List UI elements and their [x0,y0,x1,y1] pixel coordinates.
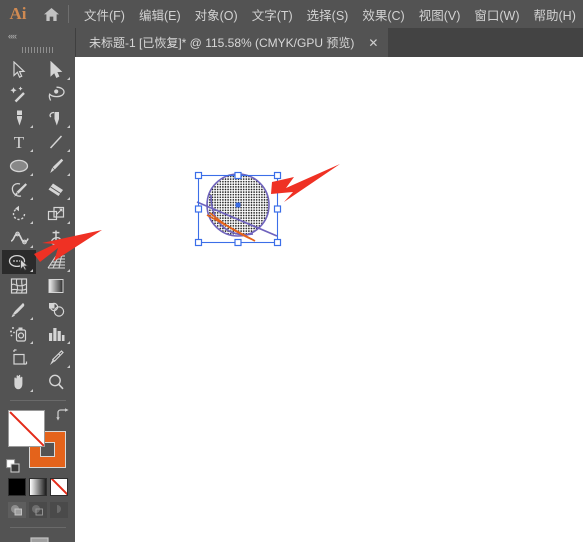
flyout-indicator [67,221,70,224]
illustrator-window: Ai 文件(F) 编辑(E) 对象(O) 文字(T) 选择(S) 效果(C) 视… [0,0,583,542]
tool-width[interactable] [2,226,36,250]
tool-free-transform[interactable] [39,226,73,250]
swap-fill-stroke-icon[interactable] [55,408,70,421]
flyout-indicator [30,173,33,176]
tools-panel: «« T [0,28,76,542]
draw-normal-button[interactable] [7,502,26,518]
tool-rotate[interactable] [2,202,36,226]
menu-window[interactable]: 窗口(W) [467,2,526,27]
svg-text:T: T [14,133,25,151]
flyout-indicator [30,197,33,200]
flyout-indicator [30,269,33,272]
tool-mesh[interactable] [2,274,36,298]
flyout-indicator [67,365,70,368]
flyout-indicator [30,341,33,344]
tool-gradient[interactable] [39,274,73,298]
tool-hand[interactable] [2,370,36,394]
menu-effect[interactable]: 效果(C) [355,2,411,27]
color-mode-row [7,478,68,496]
screen-mode-button[interactable] [21,536,55,542]
tool-type[interactable]: T [2,130,36,154]
tool-direct-selection[interactable] [39,58,73,82]
flyout-indicator [67,197,70,200]
tool-magic-wand[interactable] [2,82,36,106]
flyout-indicator [67,149,70,152]
document-tab[interactable]: 未标题-1 [已恢复]* @ 115.58% (CMYK/GPU 预览) ✕ [75,28,389,57]
flyout-indicator [67,269,70,272]
tool-slice[interactable] [39,346,73,370]
panel-drag-handle[interactable] [0,43,75,56]
flyout-indicator [30,221,33,224]
tool-paintbrush[interactable] [39,154,73,178]
tool-eyedropper[interactable] [2,298,36,322]
app-logo: Ai [9,4,27,23]
tool-curvature[interactable] [39,106,73,130]
flyout-indicator [67,173,70,176]
menu-type[interactable]: 文字(T) [245,2,300,27]
none-mode-button[interactable] [49,478,68,496]
draw-mode-row [7,502,68,518]
tool-shaper[interactable] [2,178,36,202]
menu-view[interactable]: 视图(V) [412,2,468,27]
tool-eraser[interactable] [39,178,73,202]
document-tab-bar: 未标题-1 [已恢复]* @ 115.58% (CMYK/GPU 预览) ✕ [75,28,583,58]
flyout-indicator [67,77,70,80]
flyout-indicator [30,317,33,320]
flyout-indicator [67,125,70,128]
tool-shape-builder[interactable] [2,250,36,274]
close-icon[interactable]: ✕ [368,37,378,49]
document-tab-title: 未标题-1 [已恢复]* @ 115.58% (CMYK/GPU 预览) [89,36,355,50]
collapse-panel-button[interactable]: «« [0,28,75,43]
menu-help[interactable]: 帮助(H) [527,2,583,27]
tool-pen[interactable] [2,106,36,130]
tool-column-graph[interactable] [39,322,73,346]
tool-artboard[interactable] [2,346,36,370]
menu-file[interactable]: 文件(F) [77,2,132,27]
fill-stroke-controls [5,408,70,474]
color-mode-button[interactable] [7,478,26,496]
toolbar-divider-2 [9,527,66,528]
no-fill-slash-icon [8,411,44,446]
flyout-indicator [30,125,33,128]
flyout-indicator [30,245,33,248]
tool-selection[interactable] [2,58,36,82]
flyout-indicator [30,389,33,392]
tool-line-segment[interactable] [39,130,73,154]
gradient-mode-button[interactable] [28,478,47,496]
menu-select[interactable]: 选择(S) [300,2,356,27]
tool-zoom[interactable] [39,370,73,394]
flyout-indicator [67,341,70,344]
menu-edit[interactable]: 编辑(E) [132,2,188,27]
tool-blend[interactable] [39,298,73,322]
menu-separator [68,5,69,23]
menu-object[interactable]: 对象(O) [188,2,245,27]
draw-inside-button[interactable] [49,502,68,518]
menu-bar: Ai 文件(F) 编辑(E) 对象(O) 文字(T) 选择(S) 效果(C) 视… [0,0,583,28]
draw-behind-button[interactable] [28,502,47,518]
artboard-canvas[interactable] [75,57,583,542]
default-fill-stroke-icon[interactable] [5,459,21,473]
tool-lasso[interactable] [39,82,73,106]
none-slash-icon [50,479,67,495]
tool-grid: T [0,58,75,394]
selected-circle-shape[interactable] [193,170,293,255]
tool-ellipse[interactable] [2,154,36,178]
fill-swatch[interactable] [7,410,45,447]
toolbar-divider [9,400,66,401]
tool-perspective-grid[interactable] [39,250,73,274]
home-icon[interactable] [36,7,66,22]
flyout-indicator [30,149,33,152]
tool-scale[interactable] [39,202,73,226]
tool-symbol-sprayer[interactable] [2,322,36,346]
